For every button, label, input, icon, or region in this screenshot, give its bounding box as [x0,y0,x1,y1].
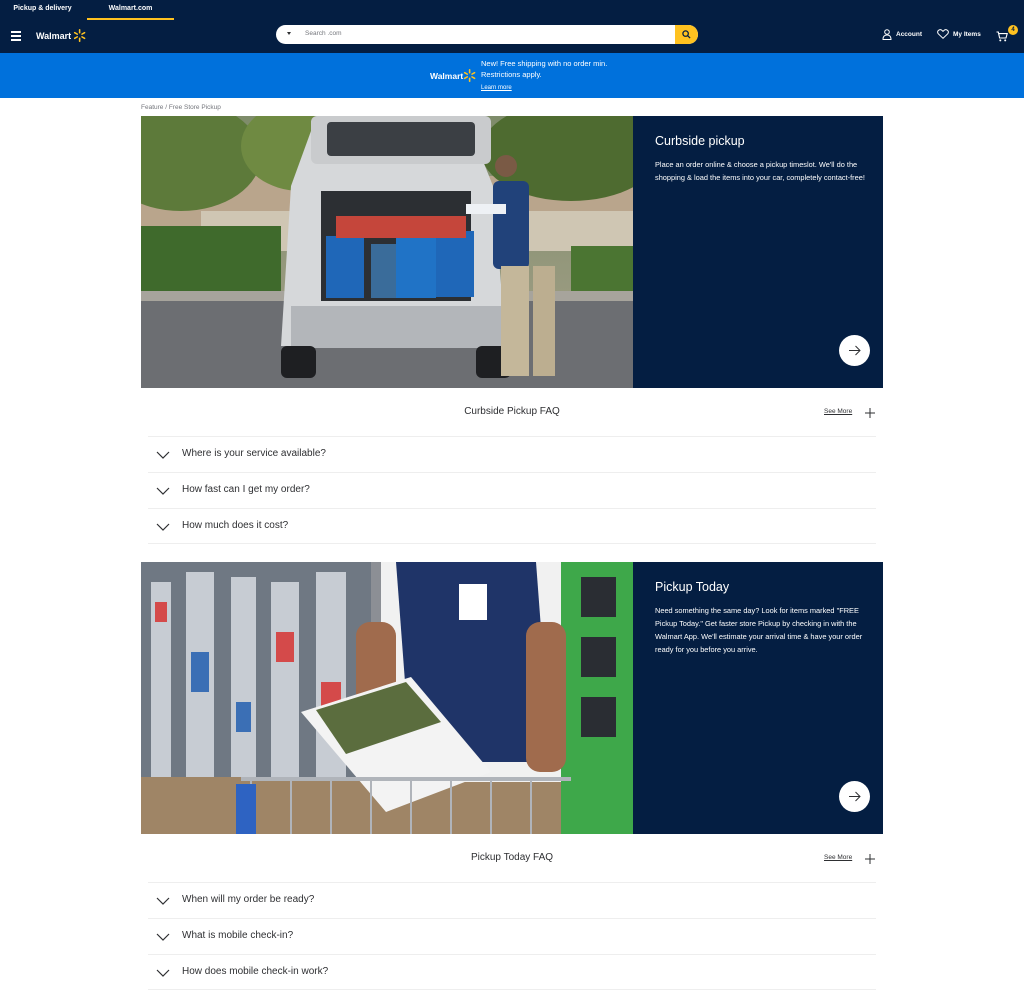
faq-title: Pickup Today FAQ [470,852,554,863]
pickup-today-info-panel: Pickup Today Need something the same day… [633,562,883,834]
pickup-today-faq-header: Pickup Today FAQ See More [141,848,883,868]
faq-title: Curbside Pickup FAQ [464,406,560,417]
chevron-down-icon [156,969,170,977]
faq-question: How fast can I get my order? [182,484,310,495]
cart-count-badge: 4 [1008,25,1018,35]
tab-pickup-delivery[interactable]: Pickup & delivery [0,0,85,20]
arrow-right-icon [849,345,861,356]
account-label: Account [896,31,922,38]
site-header: Walmart Search .com Account My Items 4 [0,20,1024,53]
top-tabs: Pickup & delivery Walmart.com [0,0,1024,20]
faq-item[interactable]: How much does it cost? [148,508,876,544]
plus-icon[interactable] [865,408,875,418]
pickup-today-photo [141,562,633,834]
my-items-link[interactable]: My Items [937,29,981,39]
logo-text: Walmart [36,30,72,41]
section-description: Need something the same day? Look for it… [655,606,863,654]
search-icon [682,30,691,39]
curbside-arrow-button[interactable] [839,335,870,366]
cart-icon [996,31,1008,42]
chevron-down-icon [156,451,170,459]
pickup-today-arrow-button[interactable] [839,781,870,812]
department-dropdown-icon[interactable] [287,32,291,35]
tab-walmart-com[interactable]: Walmart.com [87,0,174,20]
faq-item[interactable]: What is mobile check-in? [148,918,876,954]
see-more-link[interactable]: See More [824,854,852,861]
spark-icon [74,29,86,42]
curbside-faq-list: Where is your service available? How fas… [148,436,876,544]
promo-banner: Walmart New! Free shipping with no order… [0,53,1024,98]
user-icon [882,29,892,40]
chevron-down-icon [156,933,170,941]
heart-icon [937,29,949,39]
curbside-faq-header: Curbside Pickup FAQ See More [141,402,883,422]
account-link[interactable]: Account [882,29,922,40]
chevron-down-icon [156,897,170,905]
search-input[interactable]: Search .com [305,30,342,37]
spark-icon [464,69,476,82]
menu-icon[interactable] [11,31,21,41]
faq-question: How does mobile check-in work? [182,966,329,977]
faq-item[interactable]: How fast can I get my order? [148,472,876,508]
faq-item[interactable]: When will my order be ready? [148,882,876,918]
promo-logo: Walmart [430,69,476,82]
section-title: Curbside pickup [655,134,745,148]
walmart-logo[interactable]: Walmart [36,29,86,42]
faq-item[interactable]: How does mobile check-in work? [148,954,876,990]
see-more-link[interactable]: See More [824,408,852,415]
chevron-down-icon [156,523,170,531]
breadcrumb: Feature / Free Store Pickup [141,104,221,111]
faq-question: What is mobile check-in? [182,930,294,941]
faq-item[interactable]: Where is your service available? [148,436,876,472]
search-button[interactable] [675,25,698,44]
cart-button[interactable] [996,29,1008,47]
pickup-today-card: Pickup Today Need something the same day… [141,562,883,834]
pickup-today-faq-list: When will my order be ready? What is mob… [148,882,876,990]
section-title: Pickup Today [655,580,730,594]
arrow-right-icon [849,791,861,802]
promo-message: New! Free shipping with no order min. Re… [481,59,608,79]
curbside-info-panel: Curbside pickup Place an order online & … [633,116,883,388]
chevron-down-icon [156,487,170,495]
faq-question: Where is your service available? [182,448,326,459]
search-bar: Search .com [276,25,698,44]
learn-more-link[interactable]: Learn more [481,85,512,91]
plus-icon[interactable] [865,854,875,864]
promo-logo-text: Walmart [430,70,464,81]
section-description: Place an order online & choose a pickup … [655,160,865,182]
my-items-label: My Items [953,30,981,38]
faq-question: When will my order be ready? [182,894,315,905]
faq-question: How much does it cost? [182,520,289,531]
curbside-pickup-card: Curbside pickup Place an order online & … [141,116,883,388]
curbside-photo [141,116,633,388]
